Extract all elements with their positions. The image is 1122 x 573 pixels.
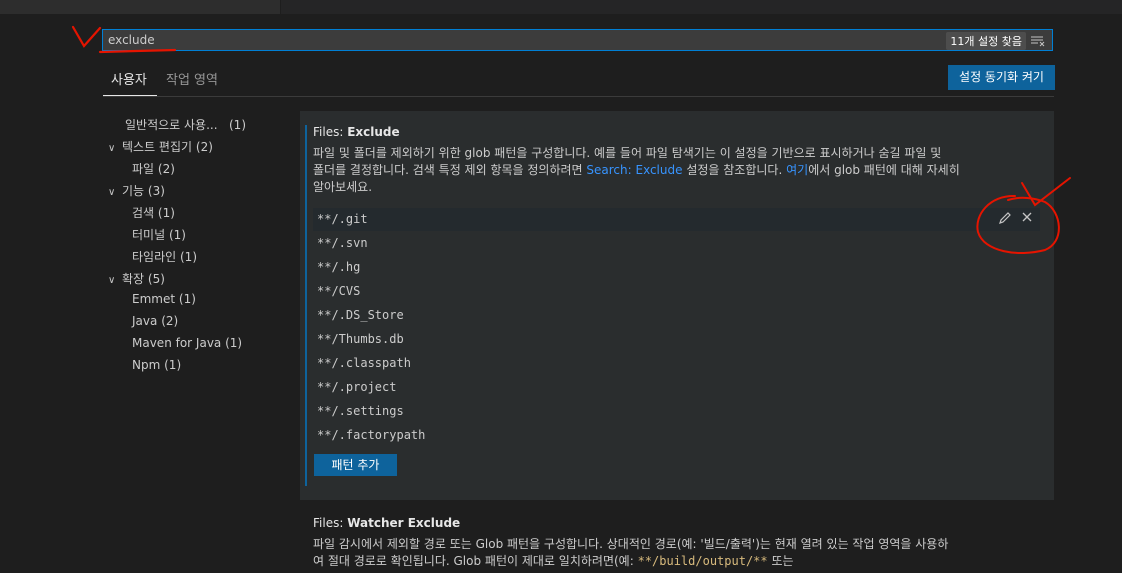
pattern-row[interactable]: **/.factorypath <box>313 424 1040 447</box>
pattern-row[interactable]: **/.classpath <box>313 352 1040 375</box>
remove-icon[interactable] <box>1019 211 1035 227</box>
pattern-row[interactable]: **/.hg <box>313 256 1040 279</box>
description-line: 파일 및 폴더를 제외하기 위한 glob 패턴을 구성합니다. 예를 들어 파… <box>313 146 942 160</box>
pattern-text: **/.classpath <box>317 356 411 370</box>
setting-title: Files: Exclude <box>313 125 400 139</box>
description-line: 여 절대 경로로 확인됩니다. Glob 패턴이 제대로 일치하려면(예: **… <box>313 553 1048 570</box>
toc-label: Java <box>132 314 158 328</box>
setting-key: Exclude <box>347 125 400 139</box>
toc-count: (2) <box>157 162 175 176</box>
setting-category: Files: <box>313 516 348 530</box>
checkmark-annotation <box>71 25 102 48</box>
toc-count: (5) <box>147 272 165 286</box>
toc-count: (1) <box>168 228 186 242</box>
toc-item-features[interactable]: ∨ 기능 (3) <box>108 182 165 199</box>
pattern-row[interactable]: **/CVS <box>313 280 1040 303</box>
pattern-row[interactable]: **/.git <box>313 208 1040 231</box>
setting-category: Files: <box>313 125 348 139</box>
toc-count: (1) <box>180 250 197 264</box>
toc-count: (1) <box>225 336 243 350</box>
toc-item-npm[interactable]: Npm (1) <box>132 358 181 372</box>
pattern-row[interactable]: **/.DS_Store <box>313 304 1040 327</box>
pattern-text: **/.factorypath <box>317 428 426 442</box>
description-text: 또는 <box>767 554 794 568</box>
toc-label: 확장 <box>122 272 145 286</box>
toc-item-maven[interactable]: Maven for Java (1) <box>132 336 242 350</box>
tab-user[interactable]: 사용자 <box>111 69 147 88</box>
toc-count: (2) <box>161 314 179 328</box>
toc-count: (1) <box>164 358 182 372</box>
tab-workspace[interactable]: 작업 영역 <box>166 69 218 88</box>
toc-item-text-editor[interactable]: ∨ 텍스트 편집기 (2) <box>108 138 213 155</box>
setting-description: 파일 및 폴더를 제외하기 위한 glob 패턴을 구성합니다. 예를 들어 파… <box>313 145 1043 196</box>
editor-tab[interactable] <box>0 0 161 14</box>
pattern-row[interactable]: **/.svn <box>313 232 1040 255</box>
toc-item-emmet[interactable]: Emmet (1) <box>132 292 196 306</box>
setting-focus-indicator <box>305 125 307 486</box>
description-text: 폴더를 결정합니다. 검색 특정 제외 항목을 정의하려면 <box>313 163 587 177</box>
toc-label: 검색 <box>132 206 155 220</box>
search-value[interactable]: exclude <box>108 33 155 47</box>
toc-label: Npm <box>132 358 161 372</box>
toc-item-files[interactable]: 파일 (2) <box>132 160 175 177</box>
toc-count: (1) <box>229 118 246 132</box>
chevron-down-icon[interactable]: ∨ <box>108 275 118 286</box>
toc-label: 일반적으로 사용... <box>125 118 218 132</box>
add-pattern-button[interactable]: 패턴 추가 <box>314 454 397 476</box>
clear-filter-icon[interactable] <box>1030 34 1046 48</box>
toc-item-timeline[interactable]: 타임라인 (1) <box>132 248 197 265</box>
editor-tab[interactable] <box>160 0 281 14</box>
pattern-row[interactable]: **/Thumbs.db <box>313 328 1040 351</box>
pattern-text: **/.hg <box>317 260 361 274</box>
toc-count: (1) <box>157 206 175 220</box>
pattern-text: **/.settings <box>317 404 404 418</box>
toc-label: 기능 <box>122 184 145 198</box>
setting-key: Watcher Exclude <box>347 516 461 530</box>
pattern-text: **/.svn <box>317 236 368 250</box>
pattern-text: **/.DS_Store <box>317 308 404 322</box>
glob-help-link[interactable]: 여기 <box>786 163 808 177</box>
toc-item-java[interactable]: Java (2) <box>132 314 178 328</box>
pattern-row[interactable]: **/.project <box>313 376 1040 399</box>
description-line: 파일 감시에서 제외할 경로 또는 Glob 패턴을 구성합니다. 상대적인 경… <box>313 537 949 551</box>
toc-item-common[interactable]: 일반적으로 사용... (1) <box>125 116 246 133</box>
toc-label: Emmet <box>132 292 176 306</box>
toc-item-terminal[interactable]: 터미널 (1) <box>132 226 186 243</box>
chevron-down-icon[interactable]: ∨ <box>108 187 118 198</box>
setting-title: Files: Watcher Exclude <box>313 516 460 530</box>
toc-item-extensions[interactable]: ∨ 확장 (5) <box>108 270 165 287</box>
search-result-count: 11개 설정 찾음 <box>946 32 1026 50</box>
description-line: 폴더를 결정합니다. 검색 특정 제외 항목을 정의하려면 Search: Ex… <box>313 162 1043 179</box>
pattern-row[interactable]: **/.settings <box>313 400 1040 423</box>
description-line: 알아보세요. <box>313 180 373 194</box>
description-text: 설정을 참조합니다. <box>682 163 787 177</box>
pattern-text: **/Thumbs.db <box>317 332 404 346</box>
toc-label: 텍스트 편집기 <box>122 140 193 154</box>
chevron-down-icon[interactable]: ∨ <box>108 143 118 154</box>
toc-item-search[interactable]: 검색 (1) <box>132 204 175 221</box>
toc-label: 타임라인 <box>132 250 177 264</box>
settings-sync-button[interactable]: 설정 동기화 켜기 <box>948 65 1055 90</box>
toc-count: (2) <box>195 140 213 154</box>
pattern-text: **/.project <box>317 380 397 394</box>
settings-search-input[interactable]: exclude 11개 설정 찾음 <box>102 29 1053 51</box>
toc-label: 터미널 <box>132 228 166 242</box>
description-text: 여 절대 경로로 확인됩니다. Glob 패턴이 제대로 일치하려면(예: <box>313 554 638 568</box>
toc-count: (1) <box>178 292 196 306</box>
pattern-text: **/CVS <box>317 284 361 298</box>
edit-icon[interactable] <box>997 211 1013 227</box>
toc-label: 파일 <box>132 162 155 176</box>
toc-label: Maven for Java <box>132 336 222 350</box>
inline-code: **/build/output/** <box>637 554 768 568</box>
search-exclude-link[interactable]: Search: Exclude <box>586 163 682 177</box>
editor-tab-strip <box>0 0 1122 14</box>
setting-description: 파일 감시에서 제외할 경로 또는 Glob 패턴을 구성합니다. 상대적인 경… <box>313 536 1048 570</box>
pattern-text: **/.git <box>317 212 368 226</box>
description-text: 에서 glob 패턴에 대해 자세히 <box>808 163 960 177</box>
toc-count: (3) <box>147 184 165 198</box>
tabs-divider <box>103 96 1054 97</box>
